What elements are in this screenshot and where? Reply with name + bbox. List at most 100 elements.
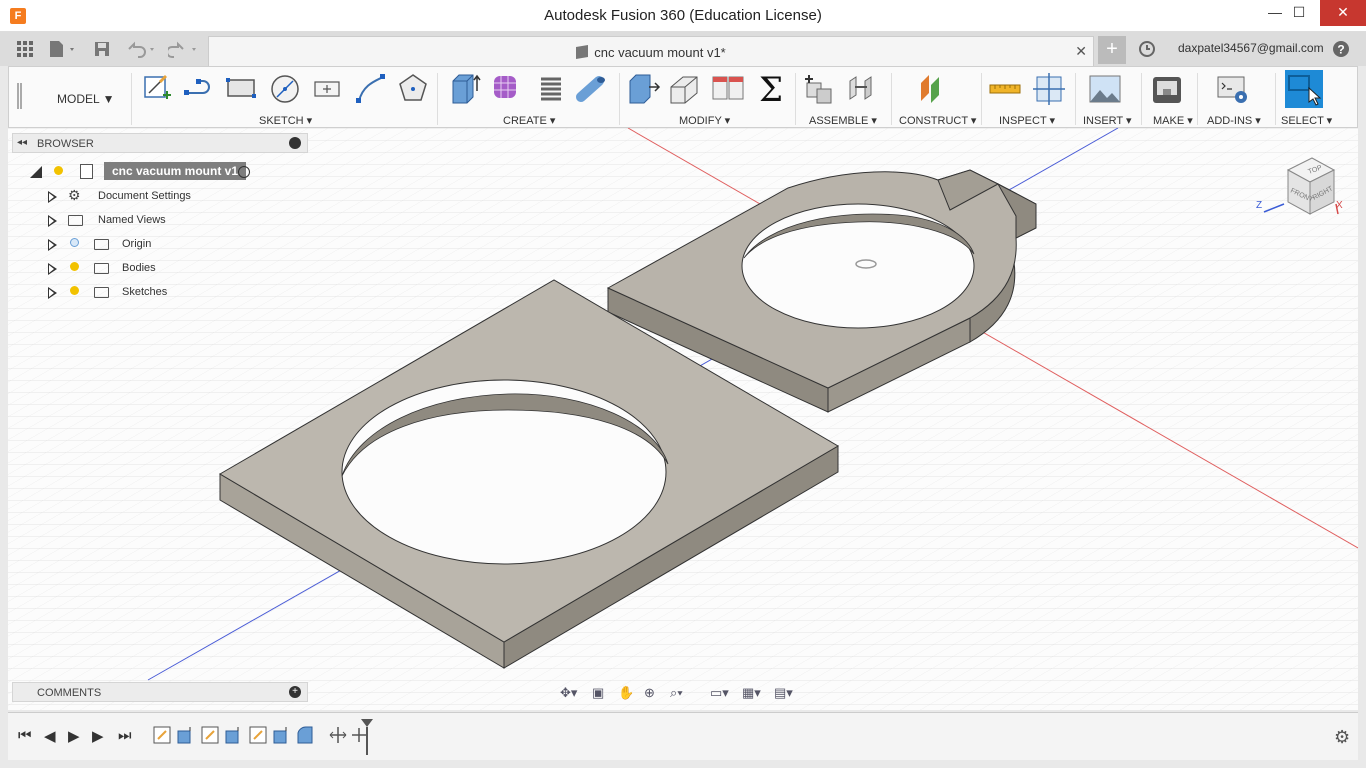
- browser-item-document-settings[interactable]: ⚙ Document Settings: [48, 187, 308, 207]
- polygon-icon[interactable]: [395, 71, 431, 107]
- pan-hand-icon[interactable]: ✋: [618, 684, 634, 702]
- close-tab-icon[interactable]: ✕: [1075, 43, 1087, 60]
- expand-triangle-icon[interactable]: [48, 263, 57, 275]
- grid-settings-icon[interactable]: ▦▾: [742, 684, 761, 702]
- select-menu[interactable]: SELECT ▾: [1281, 114, 1332, 127]
- viewports-icon[interactable]: ▤▾: [774, 684, 793, 702]
- section-analysis-icon[interactable]: [1031, 71, 1067, 107]
- gear-icon: ⚙: [68, 187, 81, 203]
- expand-triangle-icon[interactable]: [48, 215, 57, 227]
- comments-panel[interactable]: COMMENTS +: [12, 682, 308, 702]
- form-icon[interactable]: [489, 71, 525, 107]
- timeline-move-feature-icon[interactable]: [329, 727, 347, 743]
- pipe-icon[interactable]: [575, 71, 611, 107]
- expand-triangle-icon[interactable]: [48, 239, 57, 251]
- root-component-label[interactable]: cnc vacuum mount v1: [104, 162, 246, 180]
- job-status-icon[interactable]: [1138, 40, 1156, 58]
- browser-minimize-icon[interactable]: [289, 137, 301, 149]
- scripts-icon[interactable]: [1215, 71, 1251, 107]
- display-settings-icon[interactable]: ▭▾: [710, 684, 729, 702]
- insert-canvas-icon[interactable]: [1087, 71, 1123, 107]
- compute-all-icon[interactable]: [711, 71, 747, 107]
- toolbar-grip-handle[interactable]: [17, 83, 22, 109]
- timeline-fillet-feature-icon[interactable]: [297, 726, 313, 744]
- view-cube[interactable]: TOP FRONT RIGHT Z X: [1254, 148, 1354, 238]
- visibility-bulb-icon[interactable]: [70, 262, 79, 271]
- user-account-email[interactable]: daxpatel34567@gmail.com: [1178, 41, 1324, 55]
- extrude-icon[interactable]: [447, 71, 483, 107]
- help-icon[interactable]: ?: [1332, 40, 1350, 58]
- activate-component-icon[interactable]: [238, 166, 250, 178]
- joint-icon[interactable]: [845, 71, 881, 107]
- new-tab-button[interactable]: +: [1098, 36, 1126, 64]
- create-sketch-icon[interactable]: [139, 71, 175, 107]
- timeline-settings-gear-icon[interactable]: ⚙: [1334, 727, 1350, 748]
- timeline-extrude-feature-icon[interactable]: [273, 727, 287, 744]
- document-tab[interactable]: cnc vacuum mount v1* ✕: [208, 36, 1094, 66]
- expand-triangle-icon[interactable]: [48, 191, 57, 203]
- create-menu[interactable]: CREATE ▾: [503, 114, 555, 127]
- line-icon[interactable]: [181, 71, 217, 107]
- parameters-icon[interactable]: Σ: [753, 70, 789, 110]
- browser-item-sketches[interactable]: Sketches: [48, 283, 308, 303]
- look-at-icon[interactable]: ▣: [592, 684, 604, 702]
- timeline-bar: ⏮ ◀ ▶ ▶ ⏭ ⚙: [8, 712, 1358, 760]
- browser-panel: ◂◂ BROWSER cnc vacuum mount v1 ⚙ Documen…: [12, 133, 312, 305]
- zoom-icon[interactable]: ⊕: [644, 684, 655, 702]
- select-icon[interactable]: [1285, 70, 1323, 108]
- undo-icon[interactable]: [126, 40, 160, 58]
- point-icon[interactable]: [309, 71, 345, 107]
- sketch-menu[interactable]: SKETCH ▾: [259, 114, 312, 127]
- go-to-start-icon[interactable]: ⏮: [18, 727, 32, 744]
- timeline-marker-handle[interactable]: [360, 719, 374, 755]
- go-to-end-icon[interactable]: ⏭: [118, 727, 132, 744]
- rectangle-icon[interactable]: [223, 71, 259, 107]
- timeline-sketch-feature-icon[interactable]: [201, 726, 219, 744]
- browser-item-label: Document Settings: [98, 190, 191, 202]
- file-menu-icon[interactable]: [48, 40, 78, 58]
- visibility-bulb-icon[interactable]: [70, 286, 79, 295]
- measure-icon[interactable]: [987, 71, 1023, 107]
- close-window-button[interactable]: ✕: [1320, 0, 1366, 26]
- step-back-icon[interactable]: ◀: [44, 727, 56, 745]
- timeline-sketch-feature-icon[interactable]: [153, 726, 171, 744]
- save-icon[interactable]: [94, 40, 110, 58]
- collapse-browser-icon[interactable]: ◂◂: [17, 137, 27, 148]
- browser-item-label: Origin: [122, 238, 152, 250]
- inspect-menu[interactable]: INSPECT ▾: [999, 114, 1055, 127]
- timeline-extrude-feature-icon[interactable]: [225, 727, 239, 744]
- make-menu[interactable]: MAKE ▾: [1153, 114, 1193, 127]
- maximize-button[interactable]: ☐: [1276, 0, 1322, 26]
- insert-menu[interactable]: INSERT ▾: [1083, 114, 1132, 127]
- browser-root-node[interactable]: cnc vacuum mount v1: [12, 162, 308, 183]
- collapse-triangle-icon[interactable]: [30, 166, 42, 178]
- visibility-bulb-off-icon[interactable]: [70, 238, 79, 247]
- browser-item-origin[interactable]: Origin: [48, 235, 308, 255]
- browser-item-named-views[interactable]: Named Views: [48, 211, 308, 231]
- expand-triangle-icon[interactable]: [48, 287, 57, 299]
- timeline-sketch-feature-icon[interactable]: [249, 726, 267, 744]
- press-pull-icon[interactable]: [625, 71, 661, 107]
- spline-icon[interactable]: [353, 71, 389, 107]
- fit-icon[interactable]: ⌕▾: [670, 684, 683, 702]
- addins-menu[interactable]: ADD-INS ▾: [1207, 114, 1261, 127]
- play-icon[interactable]: ▶: [68, 727, 80, 745]
- add-comment-icon[interactable]: +: [289, 686, 301, 698]
- coil-icon[interactable]: [533, 71, 569, 107]
- data-panel-grid-icon[interactable]: [16, 40, 34, 58]
- construct-menu[interactable]: CONSTRUCT ▾: [899, 114, 976, 127]
- step-forward-icon[interactable]: ▶: [92, 727, 104, 745]
- workspace-switcher[interactable]: MODEL ▼: [9, 67, 131, 127]
- browser-item-bodies[interactable]: Bodies: [48, 259, 308, 279]
- assemble-menu[interactable]: ASSEMBLE ▾: [809, 114, 877, 127]
- redo-icon[interactable]: [166, 40, 202, 58]
- circle-icon[interactable]: [267, 71, 303, 107]
- fillet-icon[interactable]: [667, 71, 703, 107]
- modify-menu[interactable]: MODIFY ▾: [679, 114, 730, 127]
- visibility-bulb-icon[interactable]: [54, 166, 63, 175]
- offset-plane-icon[interactable]: [915, 71, 951, 107]
- new-component-icon[interactable]: [801, 71, 837, 107]
- orbit-icon[interactable]: ✥▾: [560, 684, 577, 702]
- timeline-extrude-feature-icon[interactable]: [177, 727, 191, 744]
- 3d-print-icon[interactable]: [1149, 71, 1185, 107]
